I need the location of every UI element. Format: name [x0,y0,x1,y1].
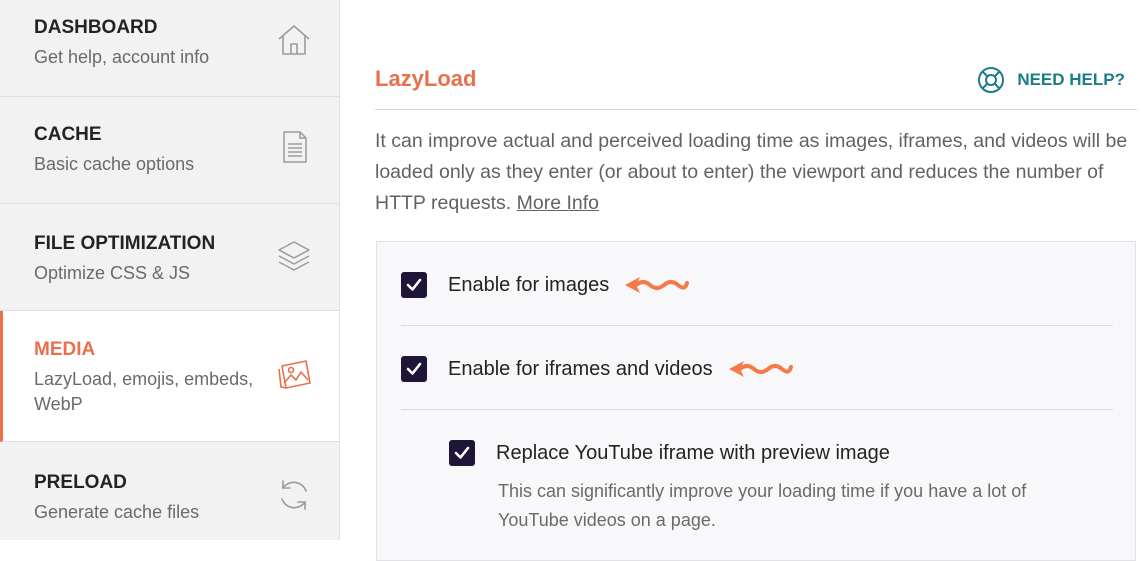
images-checkbox[interactable] [401,272,427,298]
iframes-label: Enable for iframes and videos [448,357,713,380]
option-enable-images: Enable for images [401,272,690,298]
divider [401,409,1113,410]
sidebar-item-title: PRELOAD [34,472,127,493]
images-icon [278,360,311,389]
layers-icon [278,241,310,271]
sidebar-item-preload[interactable]: PRELOAD Generate cache files [0,442,339,552]
iframes-checkbox[interactable] [401,356,427,382]
sidebar-item-title: DASHBOARD [34,17,158,38]
youtube-label: Replace YouTube iframe with preview imag… [496,441,890,464]
document-icon [283,131,307,163]
option-enable-iframes: Enable for iframes and videos [401,356,793,382]
main-content: LazyLoad NEED HELP? It can improve actua… [339,0,1141,561]
more-info-link[interactable]: More Info [517,192,599,214]
sidebar-item-subtitle: Optimize CSS & JS [34,263,191,283]
sidebar-item-cache[interactable]: CACHE Basic cache options [0,97,339,204]
youtube-description: This can significantly improve your load… [498,481,1027,530]
sidebar-item-title: CACHE [34,124,102,145]
arrow-annotation-icon [728,361,793,377]
youtube-checkbox[interactable] [449,440,475,466]
sidebar-item-subtitle: Generate cache files [34,502,200,522]
checkmark-icon [406,278,422,291]
description-text: It can improve actual and perceived load… [375,130,1128,214]
sidebar-item-dashboard[interactable]: DASHBOARD Get help, account info [0,0,339,97]
images-label: Enable for images [448,273,610,296]
checkmark-icon [406,362,422,375]
sidebar-item-media[interactable]: MEDIA LazyLoad, emojis, embeds, WebP [0,311,339,442]
arrow-annotation-icon [625,277,690,293]
need-help-link[interactable]: NEED HELP? [977,66,1125,94]
sidebar-item-subtitle: Basic cache options [34,154,195,174]
sidebar-item-subtitle: LazyLoad, emojis, embeds, WebP [34,369,254,414]
sidebar-item-title: MEDIA [34,339,96,360]
divider [375,109,1137,110]
divider [401,325,1113,326]
sidebar-item-file-optimization[interactable]: FILE OPTIMIZATION Optimize CSS & JS [0,204,339,311]
section-title: LazyLoad [375,66,477,91]
sidebar-item-title: FILE OPTIMIZATION [34,233,216,254]
sidebar: DASHBOARD Get help, account info CACHE B… [0,0,340,540]
sidebar-item-subtitle: Get help, account info [34,47,210,67]
refresh-icon [281,480,307,510]
need-help-label: NEED HELP? [1017,70,1125,89]
checkmark-icon [454,446,470,459]
home-icon [278,25,310,55]
lazyload-options-panel: Enable for images Enable for iframes and… [376,241,1136,561]
option-youtube-preview: Replace YouTube iframe with preview imag… [449,440,890,466]
lifebuoy-icon [978,67,1005,93]
section-description: It can improve actual and perceived load… [375,126,1135,219]
